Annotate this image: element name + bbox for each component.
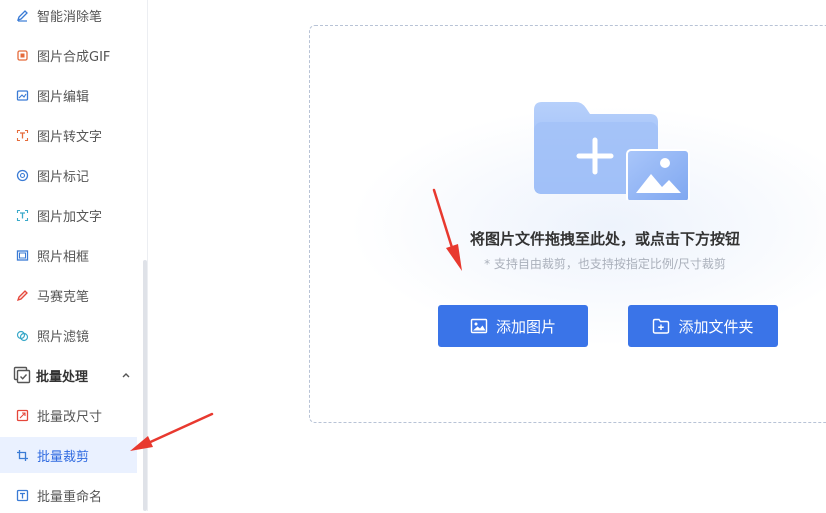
mosaic-pen-icon — [16, 289, 29, 302]
sidebar-item-label: 照片相框 — [37, 249, 90, 265]
sidebar-item-gif[interactable]: 图片合成GIF — [0, 37, 137, 73]
sidebar-item-label: 图片标记 — [37, 169, 90, 185]
sidebar-item-label: 智能消除笔 — [37, 9, 103, 25]
image-edit-icon — [16, 89, 29, 102]
dropzone-glow — [310, 26, 826, 422]
sidebar-item-photo-filter[interactable]: 照片滤镜 — [0, 317, 137, 353]
sidebar-group-label: 批量处理 — [36, 369, 89, 385]
marker-icon — [16, 169, 29, 182]
sidebar-item-batch-rename[interactable]: 批量重命名 — [0, 477, 137, 513]
sidebar-item-photo-frame[interactable]: 照片相框 — [0, 237, 137, 273]
sidebar-item-label: 图片加文字 — [37, 209, 103, 225]
sidebar: 智能消除笔 图片合成GIF 图片编辑 图片转文字 图片标记 图片加文字 照片相框… — [0, 0, 148, 511]
chevron-up-icon[interactable] — [121, 370, 131, 380]
sidebar-item-eraser-pen[interactable]: 智能消除笔 — [0, 0, 137, 33]
sidebar-item-label: 图片编辑 — [37, 89, 90, 105]
sidebar-item-image-to-text[interactable]: 图片转文字 — [0, 117, 137, 153]
sidebar-item-batch-crop[interactable]: 批量裁剪 — [0, 437, 137, 473]
add-folder-illustration-icon — [534, 102, 690, 200]
resize-icon — [16, 409, 29, 422]
sidebar-scrollbar[interactable] — [143, 260, 147, 511]
add-images-button[interactable]: 添加图片 — [438, 305, 588, 347]
dropzone-title: 将图片文件拖拽至此处，或点击下方按钮 — [469, 230, 740, 248]
sidebar-item-batch-resize[interactable]: 批量改尺寸 — [0, 397, 137, 433]
add-text-icon — [16, 209, 29, 222]
frame-icon — [16, 249, 29, 262]
sidebar-item-image-edit[interactable]: 图片编辑 — [0, 77, 137, 113]
add-folder-label: 添加文件夹 — [678, 317, 754, 336]
batch-icon — [13, 366, 31, 384]
sidebar-item-image-mark[interactable]: 图片标记 — [0, 157, 137, 193]
sidebar-item-label: 照片滤镜 — [37, 329, 90, 345]
add-images-label: 添加图片 — [495, 317, 556, 336]
pen-icon — [16, 9, 29, 22]
dropzone-hint: * 支持自由裁剪，也支持按指定比例/尺寸裁剪 — [484, 257, 726, 271]
upload-dropzone[interactable] — [309, 25, 826, 423]
sidebar-item-label: 图片合成GIF — [37, 49, 111, 65]
sidebar-group-batch[interactable]: 批量处理 — [0, 357, 147, 393]
add-folder-button[interactable]: 添加文件夹 — [628, 305, 778, 347]
sidebar-item-mosaic-pen[interactable]: 马赛克笔 — [0, 277, 137, 313]
sidebar-item-label: 马赛克笔 — [37, 289, 90, 305]
text-extract-icon — [16, 129, 29, 142]
sidebar-item-add-text[interactable]: 图片加文字 — [0, 197, 137, 233]
sidebar-item-label: 批量改尺寸 — [37, 409, 103, 425]
folder-add-icon — [652, 317, 670, 335]
filter-icon — [16, 329, 29, 342]
gif-icon — [16, 49, 29, 62]
image-icon — [470, 317, 488, 335]
sidebar-item-label: 批量裁剪 — [37, 449, 90, 465]
sidebar-item-label: 批量重命名 — [37, 489, 103, 505]
sidebar-item-label: 图片转文字 — [37, 129, 103, 145]
crop-icon — [16, 449, 29, 462]
rename-icon — [16, 489, 29, 502]
